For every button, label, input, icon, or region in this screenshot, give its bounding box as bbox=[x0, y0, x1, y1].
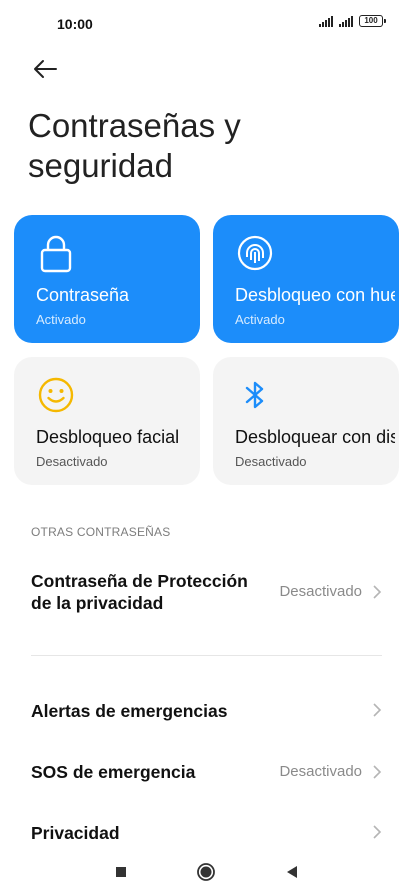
row-value: Desactivado bbox=[279, 763, 362, 780]
card-status: Activado bbox=[36, 312, 86, 327]
bluetooth-icon bbox=[245, 381, 264, 409]
card-title: Desbloquear con dispositivo bbox=[235, 427, 395, 447]
status-time: 10:00 bbox=[57, 16, 93, 32]
section-header: OTRAS CONTRASEÑAS bbox=[31, 525, 171, 539]
emergency-sos-row[interactable]: SOS de emergencia Desactivado bbox=[0, 759, 413, 785]
row-label: SOS de emergencia bbox=[31, 762, 196, 782]
recents-icon bbox=[116, 867, 126, 877]
card-face-unlock[interactable]: Desbloqueo facial Desactivado bbox=[14, 357, 200, 485]
signal-icon bbox=[339, 15, 353, 27]
privacy-protection-password-row[interactable]: Contraseña de Protección de la privacida… bbox=[0, 570, 413, 620]
card-status: Desactivado bbox=[36, 454, 108, 469]
nav-back-button[interactable] bbox=[282, 862, 302, 882]
chevron-right-icon bbox=[373, 825, 382, 839]
status-bar: 10:00 100 bbox=[0, 0, 413, 48]
card-device-unlock[interactable]: Desbloquear con dispositivo Desactivado bbox=[213, 357, 399, 485]
chevron-right-icon bbox=[373, 765, 382, 779]
battery-icon: 100 bbox=[359, 15, 386, 27]
card-status: Desactivado bbox=[235, 454, 307, 469]
status-icons: 100 bbox=[319, 15, 386, 27]
home-button[interactable] bbox=[196, 862, 216, 882]
recents-button[interactable] bbox=[111, 862, 131, 882]
signal-icon bbox=[319, 15, 333, 27]
chevron-right-icon bbox=[373, 703, 382, 717]
card-password[interactable]: Contraseña Activado bbox=[14, 215, 200, 343]
page-title: Contraseñas y seguridad bbox=[28, 107, 241, 184]
row-label: Contraseña de Protección de la privacida… bbox=[31, 571, 248, 613]
navigation-bar bbox=[0, 848, 413, 896]
card-title: Desbloqueo con huella bbox=[235, 285, 395, 305]
arrow-left-icon bbox=[34, 60, 57, 78]
row-value: Desactivado bbox=[279, 583, 362, 600]
back-icon bbox=[287, 866, 297, 878]
card-fingerprint[interactable]: Desbloqueo con huella Activado bbox=[213, 215, 399, 343]
home-icon bbox=[197, 863, 215, 881]
chevron-right-icon bbox=[373, 585, 382, 599]
card-status: Activado bbox=[235, 312, 285, 327]
lock-icon bbox=[40, 235, 72, 273]
emergency-alerts-row[interactable]: Alertas de emergencias bbox=[0, 698, 413, 724]
row-label: Privacidad bbox=[31, 823, 120, 843]
divider bbox=[31, 655, 382, 656]
back-button[interactable] bbox=[30, 56, 60, 82]
card-title: Contraseña bbox=[36, 285, 130, 305]
face-icon bbox=[38, 377, 74, 413]
card-title: Desbloqueo facial bbox=[36, 427, 180, 447]
row-label: Alertas de emergencias bbox=[31, 701, 228, 721]
privacy-row[interactable]: Privacidad bbox=[0, 820, 413, 846]
fingerprint-icon bbox=[237, 235, 273, 271]
